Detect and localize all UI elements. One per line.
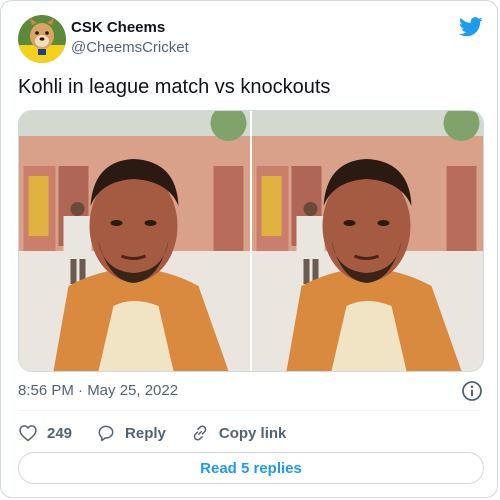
twitter-bird-icon[interactable] [459, 16, 483, 38]
info-icon[interactable] [461, 380, 483, 402]
photo-right[interactable] [252, 111, 483, 371]
link-icon [193, 425, 207, 441]
divider [18, 410, 480, 411]
reply-bubble-icon [98, 425, 114, 442]
photo-left[interactable] [19, 111, 250, 371]
tweet-card: CSK Cheems @CheemsCricket Kohli in leagu… [0, 0, 498, 498]
tweet-timestamp[interactable]: 8:56 PM · May 25, 2022 [18, 382, 178, 400]
tweet-text: Kohli in league match vs knockouts [18, 76, 331, 98]
like-button[interactable]: 249 [18, 423, 72, 443]
like-count: 249 [47, 424, 73, 442]
copy-link-label: Copy link [218, 424, 287, 442]
author-handle[interactable]: @CheemsCricket [71, 39, 189, 57]
tweet-media[interactable] [18, 110, 484, 372]
cheems-dog-avatar-icon [18, 15, 66, 63]
read-replies-button[interactable]: Read 5 replies [18, 452, 484, 484]
reply-button[interactable]: Reply [96, 423, 166, 443]
reply-label: Reply [125, 424, 166, 442]
tweet-actions: 249 Reply Copy link [18, 422, 310, 444]
copy-link-button[interactable]: Copy link [190, 423, 287, 443]
author-avatar[interactable] [18, 15, 66, 63]
author-display-name[interactable]: CSK Cheems [71, 19, 165, 37]
heart-icon [19, 425, 37, 442]
